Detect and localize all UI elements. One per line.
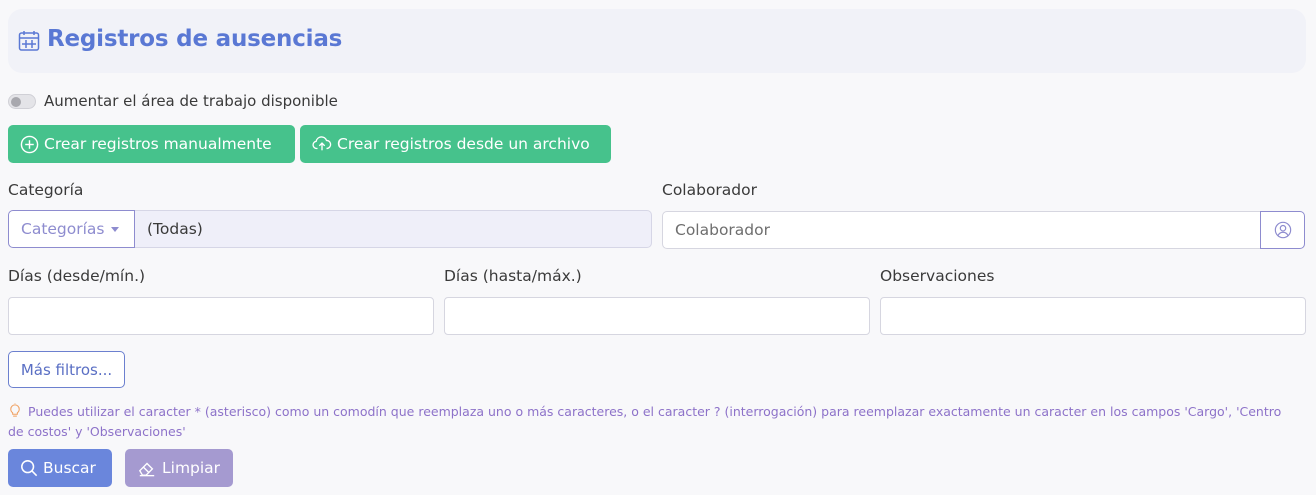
wildcard-hint-text: Puedes utilizar el caracter * (asterisco… [8, 404, 1282, 439]
search-icon [21, 460, 38, 477]
page-header: Registros de ausencias [8, 9, 1306, 73]
colaborador-input[interactable] [662, 211, 1261, 249]
workspace-toggle[interactable] [8, 93, 36, 109]
dias-desde-label: Días (desde/mín.) [8, 267, 146, 285]
colaborador-label: Colaborador [662, 181, 757, 199]
search-button-label: Buscar [43, 459, 96, 477]
categorias-dropdown-label: Categorías [21, 220, 105, 238]
dias-hasta-label: Días (hasta/máx.) [444, 267, 582, 285]
categorias-dropdown[interactable]: Categorías [8, 210, 135, 248]
eraser-icon [138, 462, 155, 477]
colaborador-search-button[interactable] [1260, 211, 1305, 249]
create-from-file-button[interactable]: Crear registros desde un archivo [300, 125, 611, 163]
categoria-value: (Todas) [135, 210, 652, 248]
lightbulb-icon [10, 403, 20, 417]
categoria-label: Categoría [8, 181, 84, 199]
more-filters-button[interactable]: Más filtros... [8, 351, 125, 388]
observaciones-label: Observaciones [880, 267, 995, 285]
wildcard-hint: Puedes utilizar el caracter * (asterisco… [8, 402, 1298, 442]
workspace-toggle-label: Aumentar el área de trabajo disponible [44, 92, 338, 110]
calendar-icon [18, 31, 40, 51]
plus-circle-icon [20, 135, 39, 153]
create-manual-button[interactable]: Crear registros manualmente [8, 125, 295, 163]
clear-button-label: Limpiar [162, 459, 221, 477]
create-from-file-label: Crear registros desde un archivo [337, 135, 590, 153]
clear-button[interactable]: Limpiar [125, 449, 233, 487]
workspace-toggle-row: Aumentar el área de trabajo disponible [8, 90, 338, 112]
observaciones-input[interactable] [880, 297, 1306, 335]
categoria-group: Categorías (Todas) [8, 210, 652, 248]
page-title: Registros de ausencias [47, 26, 343, 52]
toggle-knob [11, 96, 21, 107]
dias-hasta-input[interactable] [444, 297, 870, 335]
create-manual-label: Crear registros manualmente [44, 135, 272, 153]
cloud-upload-icon [312, 136, 332, 151]
user-circle-icon [1274, 221, 1291, 239]
search-button[interactable]: Buscar [8, 449, 112, 487]
chevron-down-icon [110, 226, 119, 232]
dias-desde-input[interactable] [8, 297, 434, 335]
